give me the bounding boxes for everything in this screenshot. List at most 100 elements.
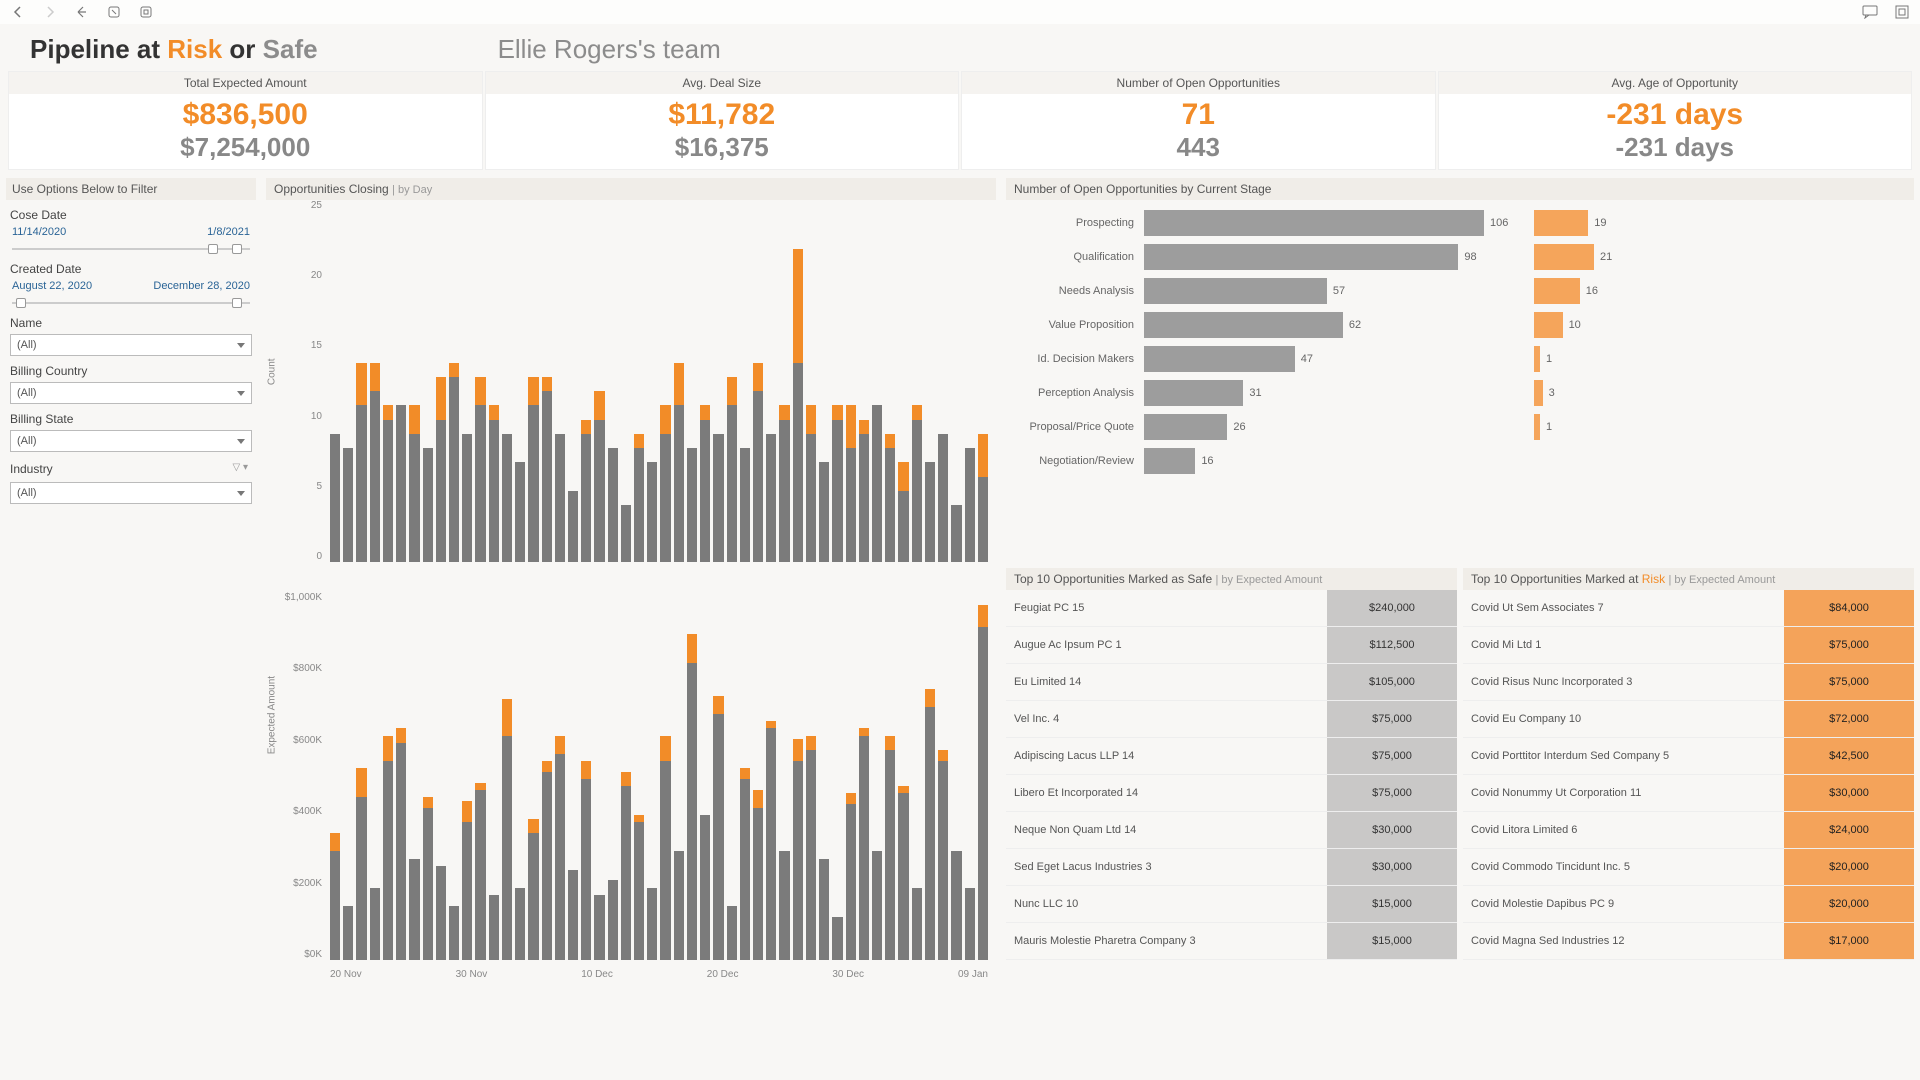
comment-icon[interactable] xyxy=(1862,4,1878,20)
bar[interactable] xyxy=(687,206,697,562)
bar[interactable] xyxy=(925,206,935,562)
bar[interactable] xyxy=(859,206,869,562)
stage-row[interactable]: Needs Analysis 57 16 xyxy=(1014,274,1906,308)
bar[interactable] xyxy=(674,598,684,960)
table-row[interactable]: Libero Et Incorporated 14 $75,000 xyxy=(1006,775,1457,812)
bar[interactable] xyxy=(449,598,459,960)
table-row[interactable]: Mauris Molestie Pharetra Company 3 $15,0… xyxy=(1006,923,1457,960)
bar[interactable] xyxy=(528,598,538,960)
bar[interactable] xyxy=(793,598,803,960)
bar[interactable] xyxy=(581,206,591,562)
bar[interactable] xyxy=(343,598,353,960)
kpi-card[interactable]: Number of Open Opportunities 71 443 xyxy=(961,71,1436,170)
table-row[interactable]: Augue Ac Ipsum PC 1 $112,500 xyxy=(1006,627,1457,664)
table-row[interactable]: Feugiat PC 15 $240,000 xyxy=(1006,590,1457,627)
bar[interactable] xyxy=(859,598,869,960)
stage-body[interactable]: Prospecting 106 19 Qualification 98 21 N… xyxy=(1006,200,1914,484)
bar[interactable] xyxy=(383,598,393,960)
stage-row[interactable]: Negotiation/Review 16 xyxy=(1014,444,1906,478)
bar[interactable] xyxy=(423,206,433,562)
kpi-card[interactable]: Avg. Deal Size $11,782 $16,375 xyxy=(485,71,960,170)
bar[interactable] xyxy=(700,598,710,960)
kpi-card[interactable]: Total Expected Amount $836,500 $7,254,00… xyxy=(8,71,483,170)
bar[interactable] xyxy=(806,598,816,960)
bar[interactable] xyxy=(832,206,842,562)
bar[interactable] xyxy=(872,206,882,562)
stage-row[interactable]: Prospecting 106 19 xyxy=(1014,206,1906,240)
bar[interactable] xyxy=(832,598,842,960)
bar[interactable] xyxy=(568,598,578,960)
bar[interactable] xyxy=(846,598,856,960)
bar[interactable] xyxy=(568,206,578,562)
bar[interactable] xyxy=(489,598,499,960)
forward-icon[interactable] xyxy=(42,4,58,20)
chart2-bars[interactable] xyxy=(330,598,988,960)
filter-clear-icon[interactable]: ▽ ▾ xyxy=(233,462,249,473)
bar[interactable] xyxy=(951,206,961,562)
table-row[interactable]: Covid Molestie Dapibus PC 9 $20,000 xyxy=(1463,886,1914,923)
bar[interactable] xyxy=(542,206,552,562)
bar[interactable] xyxy=(687,598,697,960)
table-row[interactable]: Adipiscing Lacus LLP 14 $75,000 xyxy=(1006,738,1457,775)
bar[interactable] xyxy=(621,598,631,960)
bar[interactable] xyxy=(819,598,829,960)
table-row[interactable]: Covid Litora Limited 6 $24,000 xyxy=(1463,812,1914,849)
bar[interactable] xyxy=(793,206,803,562)
bar[interactable] xyxy=(409,206,419,562)
bar[interactable] xyxy=(436,206,446,562)
billing-country-select[interactable]: (All) xyxy=(10,382,252,404)
bar[interactable] xyxy=(608,598,618,960)
stage-row[interactable]: Id. Decision Makers 47 1 xyxy=(1014,342,1906,376)
table-row[interactable]: Nunc LLC 10 $15,000 xyxy=(1006,886,1457,923)
bar[interactable] xyxy=(660,206,670,562)
bar[interactable] xyxy=(846,206,856,562)
pause-icon[interactable] xyxy=(138,4,154,20)
bar[interactable] xyxy=(462,206,472,562)
bar[interactable] xyxy=(872,598,882,960)
bar[interactable] xyxy=(925,598,935,960)
revert-icon[interactable] xyxy=(74,4,90,20)
bar[interactable] xyxy=(806,206,816,562)
close-date-slider[interactable] xyxy=(12,244,250,254)
bar[interactable] xyxy=(727,598,737,960)
bar[interactable] xyxy=(912,206,922,562)
table-row[interactable]: Vel Inc. 4 $75,000 xyxy=(1006,701,1457,738)
bar[interactable] xyxy=(515,598,525,960)
bar[interactable] xyxy=(753,206,763,562)
stage-row[interactable]: Value Proposition 62 10 xyxy=(1014,308,1906,342)
bar[interactable] xyxy=(449,206,459,562)
bar[interactable] xyxy=(634,206,644,562)
bar[interactable] xyxy=(674,206,684,562)
bar[interactable] xyxy=(700,206,710,562)
bar[interactable] xyxy=(938,598,948,960)
kpi-card[interactable]: Avg. Age of Opportunity -231 days -231 d… xyxy=(1438,71,1913,170)
table-row[interactable]: Neque Non Quam Ltd 14 $30,000 xyxy=(1006,812,1457,849)
bar[interactable] xyxy=(740,206,750,562)
bar[interactable] xyxy=(965,598,975,960)
stage-row[interactable]: Qualification 98 21 xyxy=(1014,240,1906,274)
bar[interactable] xyxy=(489,206,499,562)
bar[interactable] xyxy=(713,598,723,960)
table-row[interactable]: Covid Magna Sed Industries 12 $17,000 xyxy=(1463,923,1914,960)
chart1-bars[interactable] xyxy=(330,206,988,562)
bar[interactable] xyxy=(779,206,789,562)
bar[interactable] xyxy=(753,598,763,960)
bar[interactable] xyxy=(951,598,961,960)
bar[interactable] xyxy=(766,206,776,562)
bar[interactable] xyxy=(528,206,538,562)
bar[interactable] xyxy=(713,206,723,562)
bar[interactable] xyxy=(740,598,750,960)
bar[interactable] xyxy=(330,206,340,562)
bar[interactable] xyxy=(542,598,552,960)
bar[interactable] xyxy=(383,206,393,562)
bar[interactable] xyxy=(978,206,988,562)
bar[interactable] xyxy=(502,206,512,562)
bar[interactable] xyxy=(475,206,485,562)
back-icon[interactable] xyxy=(10,4,26,20)
name-select[interactable]: (All) xyxy=(10,334,252,356)
bar[interactable] xyxy=(436,598,446,960)
bar[interactable] xyxy=(343,206,353,562)
bar[interactable] xyxy=(965,206,975,562)
bar[interactable] xyxy=(938,206,948,562)
bar[interactable] xyxy=(555,206,565,562)
